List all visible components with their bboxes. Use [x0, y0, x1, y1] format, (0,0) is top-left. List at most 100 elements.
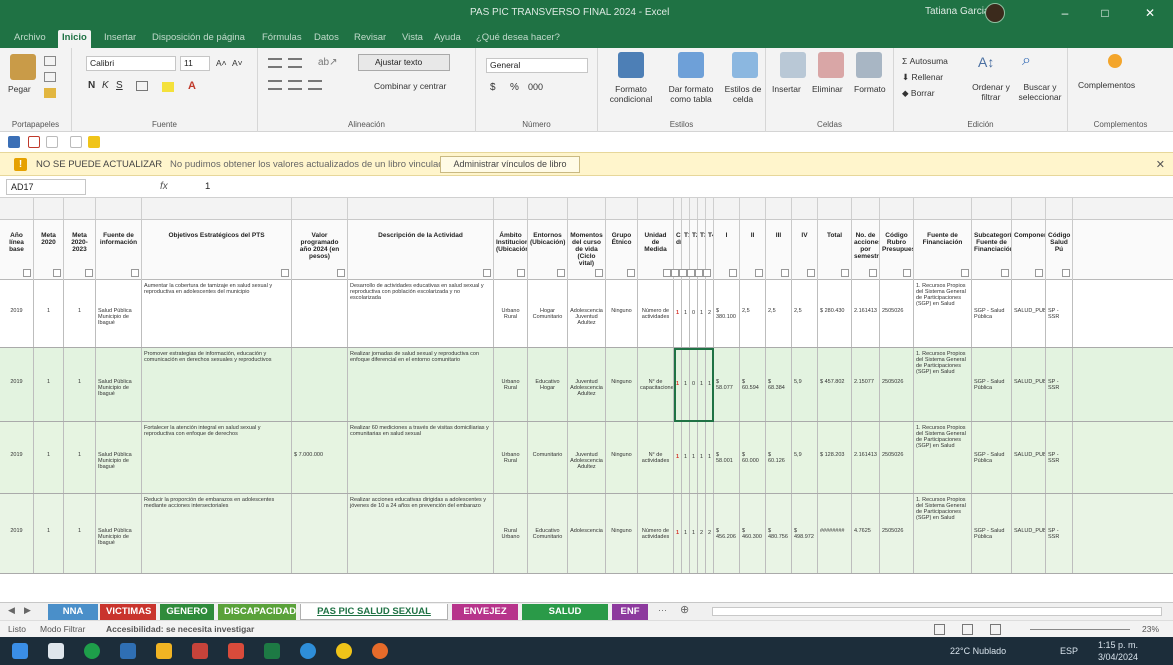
- table-cell[interactable]: Salud Pública Municipio de Ibagué: [96, 348, 142, 421]
- table-cell[interactable]: 1. Recursos Propios del Sistema General …: [914, 348, 972, 421]
- table-cell[interactable]: Ninguno: [606, 280, 638, 347]
- table-cell[interactable]: Realizar jornadas de salud sexual y repr…: [348, 348, 494, 421]
- table-cell[interactable]: $ 60.594: [740, 348, 766, 421]
- name-box[interactable]: AD17: [6, 179, 86, 195]
- filter-dropdown-icon[interactable]: [695, 269, 703, 277]
- number-format-select[interactable]: General: [486, 58, 588, 73]
- table-cell[interactable]: $ 58.001: [714, 422, 740, 493]
- tab-disposicion[interactable]: Disposición de página: [148, 30, 249, 48]
- insert-button[interactable]: Insertar: [772, 84, 801, 94]
- table-cell[interactable]: 5,9: [792, 348, 818, 421]
- next-sheet-icon[interactable]: ▶: [24, 605, 31, 616]
- table-cell[interactable]: Urbano Rural: [494, 280, 528, 347]
- sheet-tab[interactable]: DISCAPACIDAD: [218, 604, 296, 620]
- align-top-icon[interactable]: [268, 58, 282, 68]
- table-cell[interactable]: Promover estrategias de información, edu…: [142, 348, 292, 421]
- wrap-text-button[interactable]: Ajustar texto: [358, 54, 450, 71]
- sheet-tab[interactable]: NNA: [48, 604, 98, 620]
- chrome-icon[interactable]: [336, 643, 352, 659]
- table-cell[interactable]: SGP - Salud Pública: [972, 422, 1012, 493]
- table-cell[interactable]: 1: [674, 280, 682, 347]
- column-header[interactable]: [766, 198, 792, 219]
- horizontal-scrollbar[interactable]: [712, 607, 1162, 616]
- cut-icon[interactable]: [44, 56, 56, 66]
- table-cell[interactable]: Urbano Rural: [494, 348, 528, 421]
- table-cell[interactable]: 2,5: [792, 280, 818, 347]
- filter-dropdown-icon[interactable]: [53, 269, 61, 277]
- save-icon[interactable]: [8, 136, 20, 148]
- currency-button[interactable]: $: [490, 82, 496, 93]
- firefox-icon[interactable]: [372, 643, 388, 659]
- column-header[interactable]: [348, 198, 494, 219]
- sort-filter-icon[interactable]: A↕: [978, 54, 994, 70]
- explorer-icon[interactable]: [156, 643, 172, 659]
- tab-ayuda[interactable]: Ayuda: [430, 30, 465, 48]
- close-icon[interactable]: ✕: [1156, 158, 1165, 171]
- tab-formulas[interactable]: Fórmulas: [258, 30, 306, 48]
- spotify-icon[interactable]: [84, 643, 100, 659]
- zoom-level[interactable]: 23%: [1142, 624, 1159, 634]
- language-indicator[interactable]: ESP: [1060, 646, 1078, 656]
- table-cell[interactable]: 2,5: [766, 280, 792, 347]
- table-cell[interactable]: 2.161413: [852, 280, 880, 347]
- word-icon[interactable]: [120, 643, 136, 659]
- tab-datos[interactable]: Datos: [310, 30, 343, 48]
- paste-icon[interactable]: [10, 54, 36, 80]
- table-cell[interactable]: 2505026: [880, 280, 914, 347]
- clock-date[interactable]: 3/04/2024: [1098, 652, 1138, 662]
- fx-icon[interactable]: fx: [160, 181, 168, 192]
- table-cell[interactable]: 1: [682, 494, 690, 573]
- table-cell[interactable]: Urbano Rural: [494, 422, 528, 493]
- column-header[interactable]: [292, 198, 348, 219]
- table-cell[interactable]: Salud Pública Municipio de Ibagué: [96, 422, 142, 493]
- search-icon[interactable]: ⌕: [1022, 52, 1031, 70]
- table-row[interactable]: 2019 1 1 Salud Pública Municipio de Ibagué A…: [0, 280, 1173, 348]
- table-cell[interactable]: 2.15077: [852, 348, 880, 421]
- table-cell[interactable]: 1: [34, 280, 64, 347]
- table-cell[interactable]: SALUD_PUBLICA: [1012, 280, 1046, 347]
- table-cell[interactable]: 2019: [0, 422, 34, 493]
- column-header[interactable]: [972, 198, 1012, 219]
- table-cell[interactable]: SP - SSR: [1046, 348, 1073, 421]
- minimize-button[interactable]: –: [1050, 3, 1080, 23]
- autosum-button[interactable]: Σ Autosuma: [902, 56, 948, 66]
- sort-filter-button[interactable]: Ordenar y filtrar: [966, 82, 1016, 102]
- table-cell[interactable]: 2019: [0, 494, 34, 573]
- table-cell[interactable]: Salud Pública Municipio de Ibagué: [96, 280, 142, 347]
- maximize-button[interactable]: □: [1090, 3, 1120, 23]
- table-cell[interactable]: 1: [674, 494, 682, 573]
- prev-sheet-icon[interactable]: ◀: [8, 605, 15, 616]
- sheet-tab[interactable]: ENF: [612, 604, 648, 620]
- table-cell[interactable]: Juventud Adolescencia Adultez: [568, 422, 606, 493]
- column-header[interactable]: [606, 198, 638, 219]
- column-header[interactable]: [714, 198, 740, 219]
- table-cell[interactable]: $ 460.300: [740, 494, 766, 573]
- table-cell[interactable]: Reducir la proporción de embarazos en ad…: [142, 494, 292, 573]
- column-header[interactable]: [64, 198, 96, 219]
- find-select-button[interactable]: Buscar y seleccionar: [1012, 82, 1068, 102]
- filter-dropdown-icon[interactable]: [671, 269, 679, 277]
- tab-insertar[interactable]: Insertar: [100, 30, 140, 48]
- table-cell[interactable]: Juventud Adolescencia Adultez: [568, 348, 606, 421]
- filter-dropdown-icon[interactable]: [679, 269, 687, 277]
- table-cell[interactable]: $ 457.802: [818, 348, 852, 421]
- percent-button[interactable]: %: [510, 82, 519, 93]
- paste-button[interactable]: Pegar: [8, 84, 31, 94]
- filter-dropdown-icon[interactable]: [1062, 269, 1070, 277]
- shrink-font-icon[interactable]: A˅: [232, 58, 243, 68]
- filter-dropdown-icon[interactable]: [23, 269, 31, 277]
- table-cell[interactable]: Adolescencia Juventud Adultez: [568, 280, 606, 347]
- table-cell[interactable]: 2: [706, 494, 714, 573]
- table-cell[interactable]: 2505026: [880, 348, 914, 421]
- copy-icon[interactable]: [44, 72, 56, 82]
- table-cell[interactable]: 2019: [0, 348, 34, 421]
- filter-dropdown-icon[interactable]: [755, 269, 763, 277]
- filter-dropdown-icon[interactable]: [595, 269, 603, 277]
- column-header[interactable]: [1012, 198, 1046, 219]
- table-cell[interactable]: 5,9: [792, 422, 818, 493]
- table-cell[interactable]: $ 498.972: [792, 494, 818, 573]
- tell-me-search[interactable]: ¿Qué desea hacer?: [472, 30, 564, 48]
- table-cell[interactable]: Ninguno: [606, 422, 638, 493]
- table-cell[interactable]: 1: [34, 494, 64, 573]
- table-cell[interactable]: 1: [706, 422, 714, 493]
